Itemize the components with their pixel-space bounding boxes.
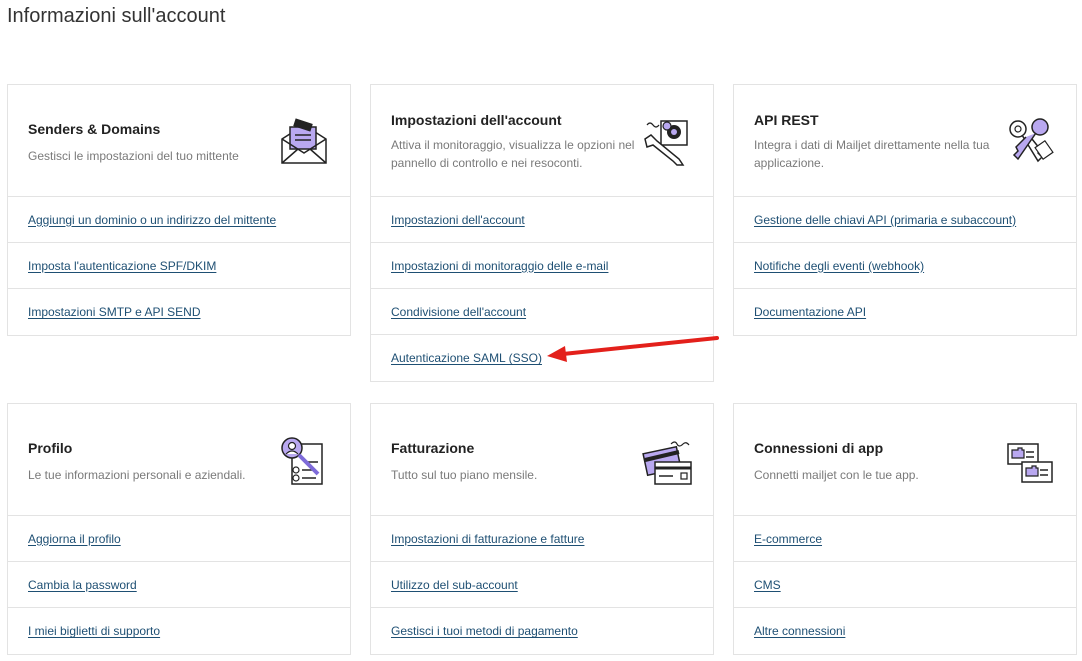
account-settings-link[interactable]: Impostazioni dell'account <box>391 213 525 227</box>
card-api-rest: API REST Integra i dati di Mailjet diret… <box>733 84 1077 336</box>
card-account-settings: Impostazioni dell'account Attiva il moni… <box>370 84 714 382</box>
change-password-link[interactable]: Cambia la password <box>28 578 137 592</box>
link-row: Impostazioni SMTP e API SEND <box>8 289 350 335</box>
card-title: Fatturazione <box>391 440 475 456</box>
card-header: Impostazioni dell'account Attiva il moni… <box>371 85 713 197</box>
event-webhook-link[interactable]: Notifiche degli eventi (webhook) <box>754 259 924 273</box>
add-domain-sender-link[interactable]: Aggiungi un dominio o un indirizzo del m… <box>28 213 276 227</box>
card-header: Profilo Le tue informazioni personali e … <box>8 404 350 516</box>
card-title: Senders & Domains <box>28 121 161 137</box>
link-row: Notifiche degli eventi (webhook) <box>734 243 1076 289</box>
api-keys-link[interactable]: Gestione delle chiavi API (primaria e su… <box>754 213 1016 227</box>
wrench-gear-icon <box>644 120 688 166</box>
card-description: Gestisci le impostazioni del tuo mittent… <box>28 149 239 163</box>
card-title: Profilo <box>28 440 73 456</box>
card-title: Connessioni di app <box>754 440 884 456</box>
other-connections-link[interactable]: Altre connessioni <box>754 624 845 638</box>
card-app-connections: Connessioni di app Connetti mailjet con … <box>733 403 1077 655</box>
billing-invoices-link[interactable]: Impostazioni di fatturazione e fatture <box>391 532 584 546</box>
card-header: API REST Integra i dati di Mailjet diret… <box>734 85 1076 197</box>
card-profile: Profilo Le tue informazioni personali e … <box>7 403 351 655</box>
link-row: Utilizzo del sub-account <box>371 562 713 608</box>
cms-link[interactable]: CMS <box>754 578 781 592</box>
api-docs-link[interactable]: Documentazione API <box>754 305 866 319</box>
card-description: Connetti mailjet con le tue app. <box>754 468 919 482</box>
link-row: Gestisci i tuoi metodi di pagamento <box>371 608 713 654</box>
link-row: CMS <box>734 562 1076 608</box>
link-row: Impostazioni dell'account <box>371 197 713 243</box>
link-row: Altre connessioni <box>734 608 1076 654</box>
link-row: Impostazioni di fatturazione e fatture <box>371 516 713 562</box>
card-description: Le tue informazioni personali e aziendal… <box>28 468 246 482</box>
link-row: Condivisione dell'account <box>371 289 713 335</box>
ecommerce-link[interactable]: E-commerce <box>754 532 822 546</box>
profile-magnifier-icon <box>281 437 323 485</box>
smtp-api-send-link[interactable]: Impostazioni SMTP e API SEND <box>28 305 201 319</box>
update-profile-link[interactable]: Aggiorna il profilo <box>28 532 121 546</box>
card-title: API REST <box>754 112 819 128</box>
saml-sso-link[interactable]: Autenticazione SAML (SSO) <box>391 351 542 365</box>
support-tickets-link[interactable]: I miei biglietti di supporto <box>28 624 160 638</box>
link-row: Impostazioni di monitoraggio delle e-mai… <box>371 243 713 289</box>
card-description: Integra i dati di Mailjet direttamente n… <box>754 138 990 170</box>
link-row: Gestione delle chiavi API (primaria e su… <box>734 197 1076 243</box>
envelope-document-icon <box>281 118 327 164</box>
card-title: Impostazioni dell'account <box>391 112 562 128</box>
card-header: Connessioni di app Connetti mailjet con … <box>734 404 1076 516</box>
link-row: Aggiungi un dominio o un indirizzo del m… <box>8 197 350 243</box>
card-header: Senders & Domains Gestisci le impostazio… <box>8 85 350 197</box>
email-tracking-settings-link[interactable]: Impostazioni di monitoraggio delle e-mai… <box>391 259 608 273</box>
payment-methods-link[interactable]: Gestisci i tuoi metodi di pagamento <box>391 624 578 638</box>
link-row: Documentazione API <box>734 289 1076 335</box>
card-header: Fatturazione Tutto sul tuo piano mensile… <box>371 404 713 516</box>
link-row: Cambia la password <box>8 562 350 608</box>
link-row: Autenticazione SAML (SSO) <box>371 335 713 381</box>
card-description: Attiva il monitoraggio, visualizza le op… <box>391 138 635 170</box>
card-senders-domains: Senders & Domains Gestisci le impostazio… <box>7 84 351 336</box>
credit-card-icon <box>642 441 692 485</box>
spf-dkim-link[interactable]: Imposta l'autenticazione SPF/DKIM <box>28 259 216 273</box>
page-title: Informazioni sull'account <box>7 5 226 27</box>
link-row: I miei biglietti di supporto <box>8 608 350 654</box>
card-billing: Fatturazione Tutto sul tuo piano mensile… <box>370 403 714 655</box>
app-connection-icon <box>1007 443 1053 483</box>
account-sharing-link[interactable]: Condivisione dell'account <box>391 305 526 319</box>
link-row: E-commerce <box>734 516 1076 562</box>
link-row: Aggiorna il profilo <box>8 516 350 562</box>
subaccount-usage-link[interactable]: Utilizzo del sub-account <box>391 578 518 592</box>
keys-icon <box>1009 118 1054 163</box>
link-row: Imposta l'autenticazione SPF/DKIM <box>8 243 350 289</box>
card-description: Tutto sul tuo piano mensile. <box>391 468 538 482</box>
